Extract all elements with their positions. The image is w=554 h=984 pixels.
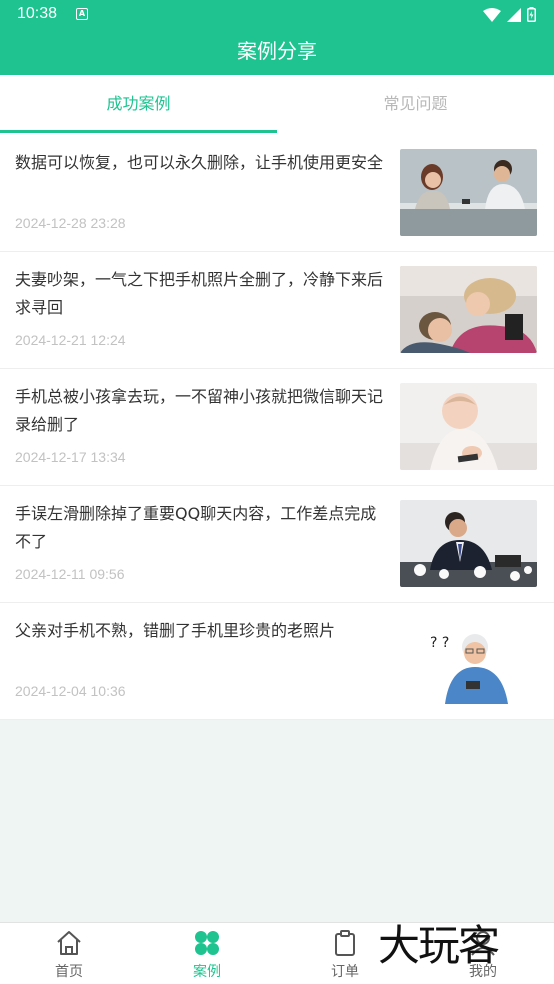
case-thumbnail (400, 149, 537, 236)
case-title: 手机总被小孩拿去玩，一不留神小孩就把微信聊天记录给删了 (15, 387, 384, 434)
case-title: 数据可以恢复，也可以永久删除，让手机使用更安全 (15, 153, 384, 172)
case-title: 夫妻吵架，一气之下把手机照片全删了，冷静下来后求寻回 (15, 270, 384, 317)
case-thumbnail (400, 500, 537, 587)
nav-item-home[interactable]: 首页 (0, 923, 138, 984)
notification-icon: A (76, 8, 88, 20)
case-thumbnail (400, 383, 537, 470)
home-icon (57, 931, 81, 955)
wifi-icon (483, 7, 501, 22)
signal-icon (507, 7, 521, 22)
case-title: 手误左滑删除掉了重要QQ聊天内容，工作差点完成不了 (15, 504, 377, 551)
status-bar: 10:38 A (0, 0, 554, 30)
case-date: 2024-12-28 23:28 (15, 215, 126, 231)
svg-text:? ?: ? ? (430, 635, 449, 651)
case-list: 数据可以恢复，也可以永久删除，让手机使用更安全 2024-12-28 23:28… (0, 135, 554, 720)
page-title: 案例分享 (0, 30, 554, 75)
battery-icon (527, 7, 536, 22)
tab-bar: 成功案例 常见问题 (0, 75, 554, 135)
list-item[interactable]: 手误左滑删除掉了重要QQ聊天内容，工作差点完成不了 2024-12-11 09:… (0, 486, 554, 603)
case-date: 2024-12-04 10:36 (15, 683, 126, 699)
status-time: 10:38 (17, 5, 58, 22)
case-title: 父亲对手机不熟，错删了手机里珍贵的老照片 (15, 621, 336, 640)
case-thumbnail: ? ? (400, 617, 537, 704)
case-date: 2024-12-21 12:24 (15, 332, 126, 348)
nav-label: 案例 (193, 964, 221, 980)
tab-success-cases[interactable]: 成功案例 (0, 75, 277, 135)
clipboard-icon (335, 930, 355, 956)
list-item[interactable]: 夫妻吵架，一气之下把手机照片全删了，冷静下来后求寻回 2024-12-21 12… (0, 252, 554, 369)
tab-faq[interactable]: 常见问题 (277, 75, 554, 135)
active-tab-indicator (0, 130, 277, 133)
list-item[interactable]: 数据可以恢复，也可以永久删除，让手机使用更安全 2024-12-28 23:28 (0, 135, 554, 252)
case-thumbnail (400, 266, 537, 353)
nav-label: 首页 (55, 964, 83, 980)
list-item[interactable]: 父亲对手机不熟，错删了手机里珍贵的老照片 2024-12-04 10:36 ? … (0, 603, 554, 720)
case-date: 2024-12-17 13:34 (15, 449, 126, 465)
nav-item-cases[interactable]: 案例 (138, 923, 276, 984)
list-item[interactable]: 手机总被小孩拿去玩，一不留神小孩就把微信聊天记录给删了 2024-12-17 1… (0, 369, 554, 486)
watermark-logo: 大玩客 (378, 921, 500, 970)
status-icons (483, 7, 536, 22)
grid-icon (195, 931, 219, 955)
case-date: 2024-12-11 09:56 (15, 566, 125, 582)
